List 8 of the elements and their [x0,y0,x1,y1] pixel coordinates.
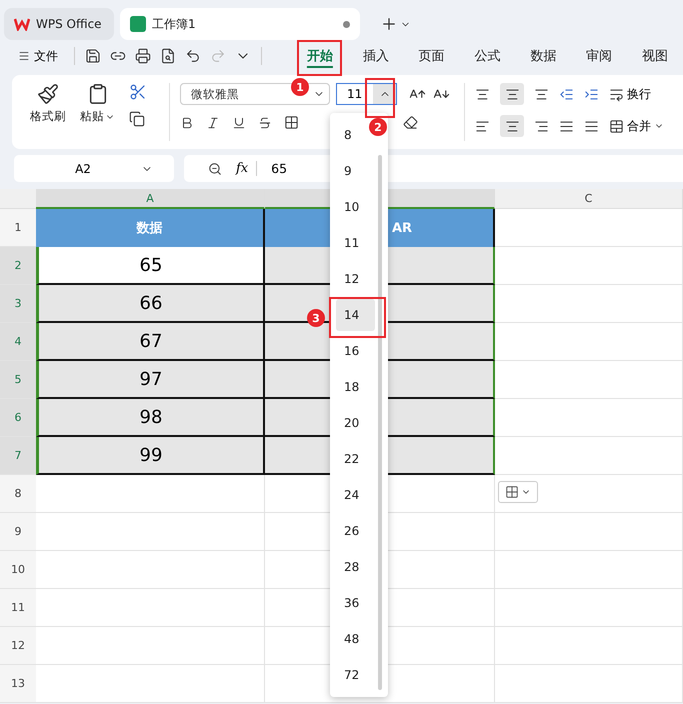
table-cell: 65 [36,247,265,285]
table-cell: 98 [36,399,265,437]
table-cell: 67 [36,323,265,361]
table-cell: 66 [36,285,265,323]
table-cell: 97 [36,361,265,399]
table-header-cell: 数据 [36,209,265,247]
table-cell: 99 [36,437,265,475]
formula-value: 65 [271,161,288,176]
